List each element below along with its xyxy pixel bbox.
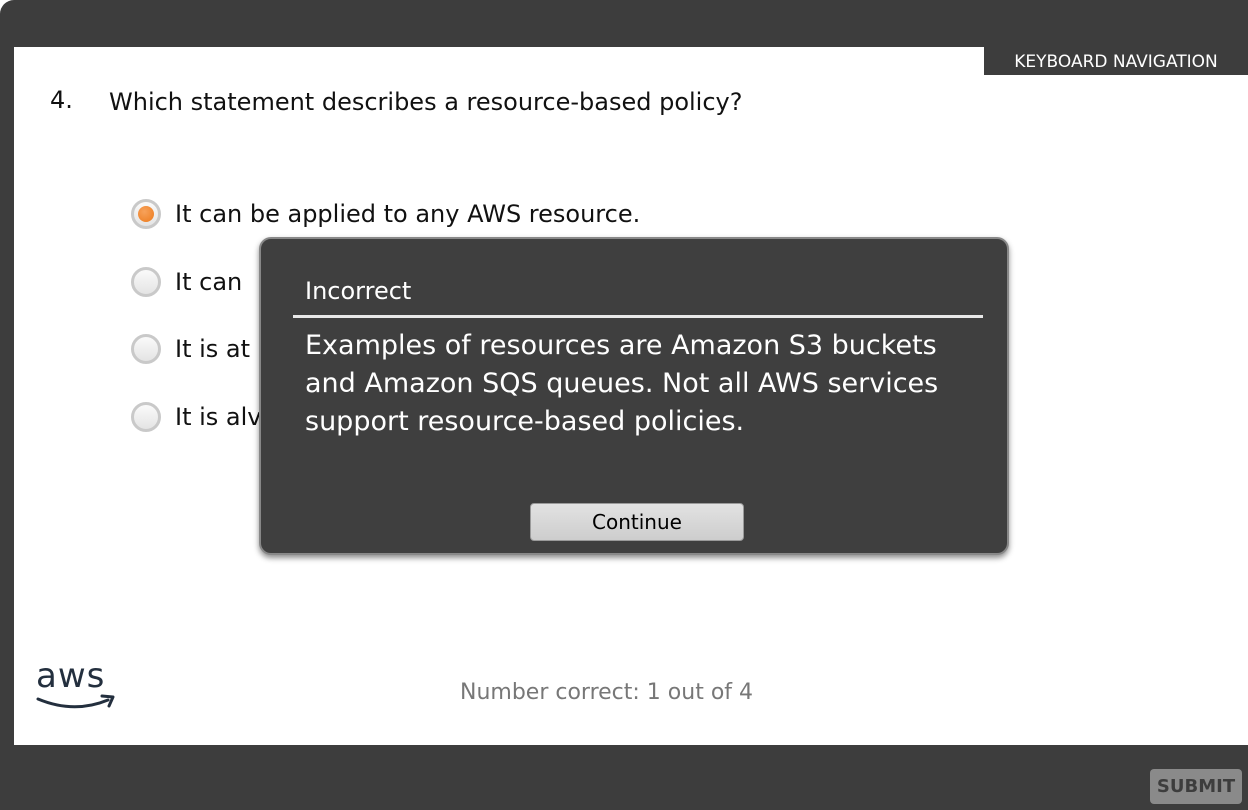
aws-logo: aws	[36, 656, 118, 712]
score-text: Number correct: 1 out of 4	[460, 680, 754, 705]
continue-button[interactable]: Continue	[530, 503, 744, 541]
dialog-divider	[293, 315, 983, 318]
radio-button[interactable]	[131, 402, 161, 432]
feedback-dialog: Incorrect Examples of resources are Amaz…	[259, 237, 1009, 555]
radio-button[interactable]	[131, 267, 161, 297]
radio-button[interactable]	[131, 334, 161, 364]
radio-button-selected[interactable]	[131, 199, 161, 229]
aws-smile-icon	[36, 694, 115, 709]
keyboard-navigation-button[interactable]: KEYBOARD NAVIGATION	[984, 47, 1248, 75]
submit-button[interactable]: SUBMIT	[1150, 769, 1242, 804]
question-text: Which statement describes a resource-bas…	[109, 88, 743, 116]
answer-option-label: It is alv	[175, 403, 262, 431]
answer-option-label: It can be applied to any AWS resource.	[175, 200, 641, 228]
dialog-title: Incorrect	[305, 277, 412, 305]
answer-option-label: It can	[175, 268, 243, 296]
question-number: 4.	[50, 86, 73, 114]
answer-option-label: It is at	[175, 335, 251, 363]
dialog-message: Examples of resources are Amazon S3 buck…	[305, 330, 939, 437]
